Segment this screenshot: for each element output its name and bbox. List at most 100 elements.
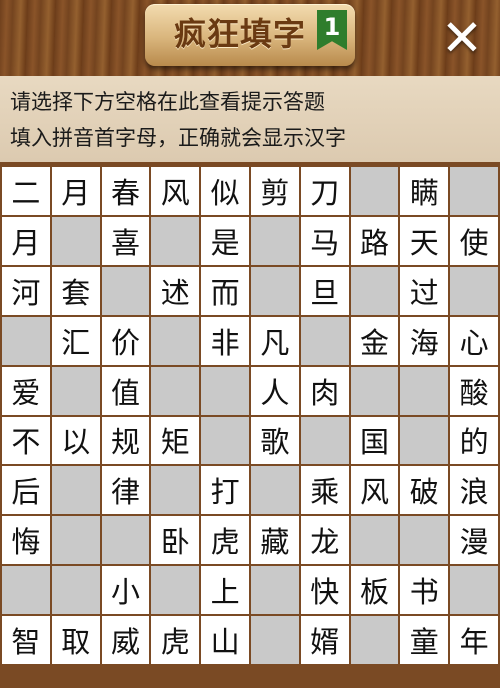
letter-cell[interactable]: 风 [151,167,200,215]
letter-cell[interactable]: 虎 [201,516,249,565]
letter-cell[interactable]: 国 [350,416,399,465]
empty-cell[interactable] [151,366,200,415]
letter-cell[interactable]: 春 [101,167,150,215]
letter-cell[interactable]: 爱 [2,366,50,415]
letter-cell[interactable]: 上 [201,566,249,615]
empty-cell[interactable] [2,566,50,615]
letter-cell[interactable]: 规 [101,416,150,465]
letter-cell[interactable]: 藏 [250,516,299,565]
empty-cell[interactable] [51,466,100,515]
empty-cell[interactable] [51,366,100,415]
empty-cell[interactable] [151,466,200,515]
letter-cell[interactable]: 威 [101,616,150,664]
letter-cell[interactable]: 悔 [2,516,50,565]
empty-cell[interactable] [350,167,399,215]
letter-cell[interactable]: 过 [400,266,449,315]
letter-cell[interactable]: 价 [101,316,150,365]
letter-cell[interactable]: 天 [400,216,449,265]
letter-cell[interactable]: 书 [400,566,449,615]
letter-cell[interactable]: 套 [51,266,100,315]
letter-cell[interactable]: 童 [400,616,449,664]
letter-cell[interactable]: 以 [51,416,100,465]
empty-cell[interactable] [350,266,399,315]
empty-cell[interactable] [151,566,200,615]
letter-cell[interactable]: 凡 [250,316,299,365]
letter-cell[interactable]: 的 [450,416,498,465]
empty-cell[interactable] [101,516,150,565]
letter-cell[interactable]: 乘 [300,466,349,515]
letter-cell[interactable]: 旦 [300,266,349,315]
letter-cell[interactable]: 汇 [51,316,100,365]
letter-cell[interactable]: 酸 [450,366,498,415]
empty-cell[interactable] [250,266,299,315]
letter-cell[interactable]: 而 [201,266,249,315]
letter-cell[interactable]: 不 [2,416,50,465]
empty-cell[interactable] [51,516,100,565]
empty-cell[interactable] [450,167,498,215]
letter-cell[interactable]: 漫 [450,516,498,565]
empty-cell[interactable] [350,616,399,664]
letter-cell[interactable]: 剪 [250,167,299,215]
letter-cell[interactable]: 海 [400,316,449,365]
letter-cell[interactable]: 月 [2,216,50,265]
letter-cell[interactable]: 智 [2,616,50,664]
empty-cell[interactable] [2,316,50,365]
letter-cell[interactable]: 瞒 [400,167,449,215]
letter-cell[interactable]: 二 [2,167,50,215]
letter-cell[interactable]: 山 [201,616,249,664]
empty-cell[interactable] [201,366,249,415]
letter-cell[interactable]: 取 [51,616,100,664]
letter-cell[interactable]: 似 [201,167,249,215]
empty-cell[interactable] [250,466,299,515]
letter-cell[interactable]: 喜 [101,216,150,265]
empty-cell[interactable] [450,266,498,315]
letter-cell[interactable]: 破 [400,466,449,515]
letter-cell[interactable]: 路 [350,216,399,265]
empty-cell[interactable] [300,416,349,465]
empty-cell[interactable] [400,416,449,465]
empty-cell[interactable] [51,566,100,615]
letter-cell[interactable]: 婿 [300,616,349,664]
letter-cell[interactable]: 打 [201,466,249,515]
empty-cell[interactable] [450,566,498,615]
letter-cell[interactable]: 小 [101,566,150,615]
letter-cell[interactable]: 后 [2,466,50,515]
empty-cell[interactable] [151,216,200,265]
empty-cell[interactable] [201,416,249,465]
empty-cell[interactable] [101,266,150,315]
letter-cell[interactable]: 马 [300,216,349,265]
letter-cell[interactable]: 肉 [300,366,349,415]
empty-cell[interactable] [250,216,299,265]
letter-cell[interactable]: 风 [350,466,399,515]
letter-cell[interactable]: 河 [2,266,50,315]
letter-cell[interactable]: 金 [350,316,399,365]
empty-cell[interactable] [51,216,100,265]
empty-cell[interactable] [400,516,449,565]
letter-cell[interactable]: 歌 [250,416,299,465]
letter-cell[interactable]: 人 [250,366,299,415]
empty-cell[interactable] [350,366,399,415]
letter-cell[interactable]: 非 [201,316,249,365]
empty-cell[interactable] [350,516,399,565]
letter-cell[interactable]: 板 [350,566,399,615]
close-icon[interactable]: ✕ [436,12,488,64]
letter-cell[interactable]: 矩 [151,416,200,465]
letter-cell[interactable]: 浪 [450,466,498,515]
letter-cell[interactable]: 使 [450,216,498,265]
letter-cell[interactable]: 龙 [300,516,349,565]
empty-cell[interactable] [151,316,200,365]
letter-cell[interactable]: 虎 [151,616,200,664]
letter-cell[interactable]: 卧 [151,516,200,565]
letter-cell[interactable]: 律 [101,466,150,515]
empty-cell[interactable] [250,566,299,615]
letter-cell[interactable]: 心 [450,316,498,365]
letter-cell[interactable]: 快 [300,566,349,615]
letter-cell[interactable]: 年 [450,616,498,664]
letter-cell[interactable]: 是 [201,216,249,265]
letter-cell[interactable]: 值 [101,366,150,415]
empty-cell[interactable] [300,316,349,365]
letter-cell[interactable]: 月 [51,167,100,215]
empty-cell[interactable] [400,366,449,415]
empty-cell[interactable] [250,616,299,664]
letter-cell[interactable]: 述 [151,266,200,315]
